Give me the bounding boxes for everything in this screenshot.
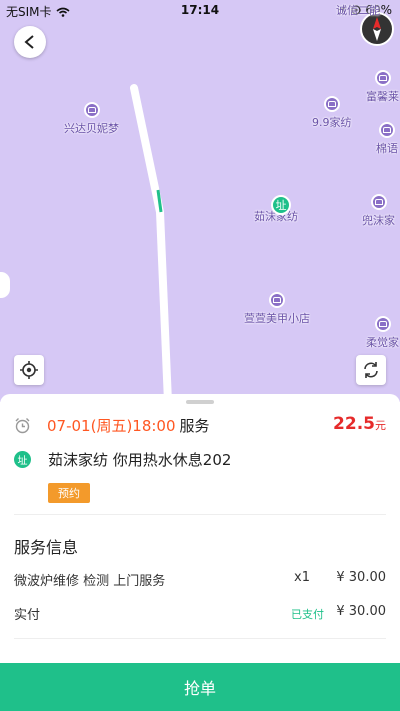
refresh-icon — [364, 362, 378, 378]
paid-status: 已支付 — [291, 608, 324, 621]
shop-pin-icon — [374, 316, 391, 332]
shop-pin-icon — [370, 194, 387, 210]
service-item-amount: ¥ 30.00 — [336, 570, 386, 585]
divider — [14, 638, 386, 639]
order-address: 茹沫家纺 你用热水休息202 — [48, 450, 232, 469]
poi-chengxin[interactable]: 诚信二能 — [336, 0, 380, 18]
alarm-clock-icon — [15, 417, 30, 433]
poi-99jiafang[interactable]: 9.9家纺 — [312, 96, 352, 130]
order-address-row[interactable]: 址 茹沫家纺 你用热水休息202 — [14, 448, 386, 470]
shop-pin-icon — [269, 292, 285, 308]
back-button[interactable] — [14, 26, 46, 58]
refresh-button[interactable] — [356, 355, 386, 385]
poi-doumo[interactable]: 兜沫家 — [362, 194, 395, 228]
service-item-row: 微波炉维修 检测 上门服务 x1 ¥ 30.00 — [14, 570, 386, 590]
paid-row: 实付 已支付 ¥ 30.00 — [14, 604, 386, 624]
poi-xingda[interactable]: 兴达贝妮梦 — [64, 102, 119, 136]
crosshair-icon — [20, 361, 38, 379]
shop-pin-icon — [379, 122, 395, 138]
price-unit: 元 — [375, 419, 386, 432]
drag-handle[interactable] — [186, 400, 214, 404]
grab-order-button[interactable]: 抢单 — [0, 663, 400, 711]
chevron-left-icon — [24, 35, 34, 49]
service-info-title: 服务信息 — [14, 538, 79, 557]
paid-label: 实付 — [14, 608, 41, 623]
map-view[interactable]: 无SIM卡 17:14 60% 兴达贝妮梦 9.9家纺 富馨莱 棉语 茹沫家纺 … — [0, 0, 400, 402]
service-item-name: 微波炉维修 检测 上门服务 — [14, 574, 166, 589]
price-value: 22.5 — [333, 414, 375, 434]
locate-button[interactable] — [14, 355, 44, 385]
shop-pin-icon — [323, 96, 340, 112]
poi-roujue[interactable]: 柔觉家 — [366, 316, 399, 350]
order-time-row: 07-01(周五)18:00 服务 22.5元 — [14, 414, 386, 436]
address-icon: 址 — [14, 450, 31, 468]
order-time: 07-01(周五)18:00 — [47, 416, 176, 435]
service-label: 服务 — [179, 416, 210, 435]
poi-fuxinlai[interactable]: 富馨莱 — [366, 70, 399, 104]
map-road — [130, 84, 172, 402]
compass-needle — [373, 17, 381, 41]
divider — [14, 514, 386, 515]
service-item-qty: x1 — [294, 570, 310, 585]
order-price: 22.5元 — [333, 414, 386, 434]
poi-xuanxuan[interactable]: 萱萱美甲小店 — [244, 292, 310, 326]
shop-pin-icon — [83, 102, 100, 118]
address-marker[interactable]: 址 — [271, 195, 291, 215]
paid-amount: ¥ 30.00 — [336, 604, 386, 619]
poi-mianyu[interactable]: 棉语 — [376, 122, 398, 156]
shop-pin-icon — [374, 70, 391, 86]
reservation-tag: 预约 — [48, 483, 90, 503]
